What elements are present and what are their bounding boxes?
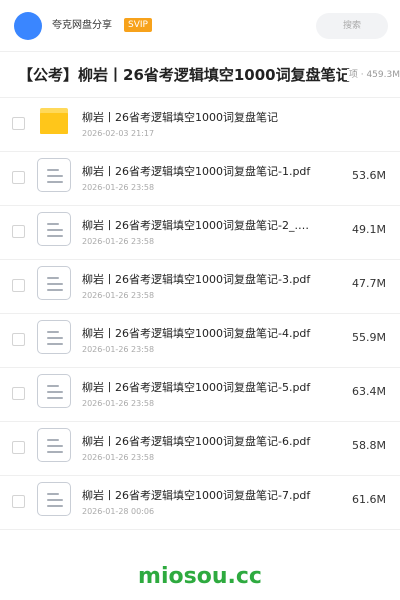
document-icon [37,212,71,246]
file-name[interactable]: 柳岩丨26省考逻辑填空1000词复盘笔记-1.pdf [82,165,314,179]
file-list: 柳岩丨26省考逻辑填空1000词复盘笔记 2026-02-03 21:17 柳岩丨2… [0,98,400,530]
folder-header: 【公考】柳岩丨26省考逻辑填空1000词复盘笔记 项 · 459.3M [0,52,400,98]
file-name[interactable]: 柳岩丨26省考逻辑填空1000词复盘笔记-2_.pdf [82,219,314,233]
select-checkbox[interactable] [12,333,25,346]
file-name[interactable]: 柳岩丨26省考逻辑填空1000词复盘笔记 [82,111,314,125]
select-checkbox[interactable] [12,279,25,292]
select-checkbox[interactable] [12,495,25,508]
document-icon [37,320,71,354]
list-item[interactable]: 柳岩丨26省考逻辑填空1000词复盘笔记-1.pdf 2026-01-26 23:… [0,152,400,206]
folder-meta: 项 · 459.3M [346,69,400,81]
file-name[interactable]: 柳岩丨26省考逻辑填空1000词复盘笔记-7.pdf [82,489,314,503]
select-checkbox[interactable] [12,225,25,238]
file-size: 61.6M [352,493,386,506]
file-date: 2026-01-26 23:58 [82,345,155,354]
avatar[interactable] [14,12,42,40]
document-icon [37,266,71,300]
select-checkbox[interactable] [12,441,25,454]
file-size: 58.8M [352,439,386,452]
file-name[interactable]: 柳岩丨26省考逻辑填空1000词复盘笔记-5.pdf [82,381,314,395]
svip-badge: SVIP [124,18,152,32]
list-item[interactable]: 柳岩丨26省考逻辑填空1000词复盘笔记-5.pdf 2026-01-26 23:… [0,368,400,422]
file-name[interactable]: 柳岩丨26省考逻辑填空1000词复盘笔记-6.pdf [82,435,314,449]
file-date: 2026-01-26 23:58 [82,183,155,192]
file-size: 49.1M [352,223,386,236]
top-bar: 夸克网盘分享 SVIP 搜索 [0,0,400,52]
document-icon [37,158,71,192]
file-name[interactable]: 柳岩丨26省考逻辑填空1000词复盘笔记-4.pdf [82,327,314,341]
folder-icon [40,108,68,134]
select-checkbox[interactable] [12,387,25,400]
file-date: 2026-01-26 23:58 [82,453,155,462]
document-icon [37,374,71,408]
file-date: 2026-01-26 23:58 [82,291,155,300]
file-date: 2026-02-03 21:17 [82,129,155,138]
sharer-name: 夸克网盘分享 [52,20,112,31]
list-item[interactable]: 柳岩丨26省考逻辑填空1000词复盘笔记-3.pdf 2026-01-26 23:… [0,260,400,314]
select-checkbox[interactable] [12,117,25,130]
list-item[interactable]: 柳岩丨26省考逻辑填空1000词复盘笔记 2026-02-03 21:17 [0,98,400,152]
file-size: 63.4M [352,385,386,398]
file-date: 2026-01-26 23:58 [82,399,155,408]
list-item[interactable]: 柳岩丨26省考逻辑填空1000词复盘笔记-7.pdf 2026-01-28 00:… [0,476,400,530]
page-title: 【公考】柳岩丨26省考逻辑填空1000词复盘笔记 [18,66,351,84]
file-size: 47.7M [352,277,386,290]
file-size: 55.9M [352,331,386,344]
watermark: miosou.cc [138,564,262,589]
file-date: 2026-01-28 00:06 [82,507,155,516]
document-icon [37,428,71,462]
file-date: 2026-01-26 23:58 [82,237,155,246]
list-item[interactable]: 柳岩丨26省考逻辑填空1000词复盘笔记-6.pdf 2026-01-26 23:… [0,422,400,476]
list-item[interactable]: 柳岩丨26省考逻辑填空1000词复盘笔记-2_.pdf 2026-01-26 23… [0,206,400,260]
list-item[interactable]: 柳岩丨26省考逻辑填空1000词复盘笔记-4.pdf 2026-01-26 23:… [0,314,400,368]
search-input[interactable]: 搜索 [316,13,388,39]
select-checkbox[interactable] [12,171,25,184]
document-icon [37,482,71,516]
file-name[interactable]: 柳岩丨26省考逻辑填空1000词复盘笔记-3.pdf [82,273,314,287]
file-size: 53.6M [352,169,386,182]
